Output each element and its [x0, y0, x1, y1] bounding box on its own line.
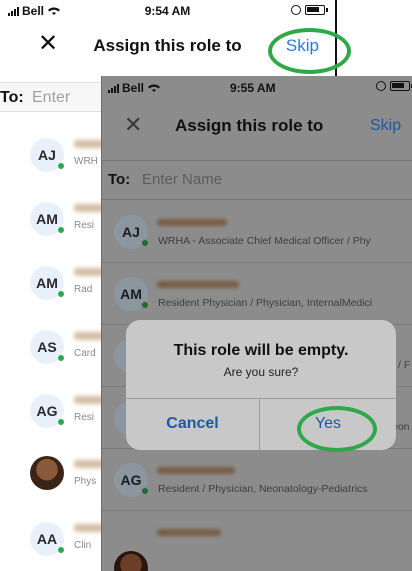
battery-icon — [390, 81, 412, 91]
battery-icon — [305, 5, 328, 15]
composite-screenshot: Bell 9:54 AM ✕ Assign this role to Skip … — [0, 0, 412, 571]
signal-icon — [108, 83, 119, 93]
role-subtitle: / F — [398, 359, 411, 371]
cancel-button[interactable]: Cancel — [126, 398, 259, 450]
avatar-photo — [114, 551, 148, 571]
skip-highlight-circle — [268, 28, 351, 74]
avatar: AM — [30, 266, 65, 300]
rotation-lock-icon — [291, 5, 301, 15]
rotation-lock-icon — [376, 81, 386, 91]
role-subtitle: Card — [74, 348, 96, 359]
online-status-dot — [57, 546, 65, 554]
recipient-input[interactable]: Enter Name — [142, 171, 222, 188]
yes-highlight-circle — [297, 406, 377, 452]
avatar: AG — [114, 463, 149, 497]
skip-button[interactable]: Skip — [370, 117, 401, 135]
online-status-dot — [141, 239, 149, 247]
role-subtitle: Resi — [74, 220, 95, 231]
role-subtitle: Phys — [74, 476, 97, 487]
status-time: 9:55 AM — [230, 81, 276, 95]
avatar: AG — [30, 394, 65, 428]
online-status-dot — [141, 301, 149, 309]
status-bar: Bell 9:54 AM — [0, 0, 335, 22]
to-label: To: — [0, 89, 24, 106]
to-label: To: — [108, 171, 131, 188]
online-status-dot — [57, 162, 65, 170]
status-time: 9:54 AM — [144, 4, 191, 18]
blurred-name — [157, 467, 235, 474]
role-subtitle: WRH — [74, 156, 98, 167]
list-item[interactable]: AM Resident Physician / Physician, Inter… — [102, 263, 412, 325]
status-right — [376, 81, 412, 91]
list-item[interactable] — [102, 511, 412, 571]
online-status-dot — [57, 290, 65, 298]
online-status-dot — [141, 487, 149, 495]
carrier: Bell — [108, 81, 161, 95]
recipient-field[interactable]: To: Enter Name — [102, 160, 412, 200]
blurred-name — [157, 529, 221, 536]
role-subtitle: Clin — [74, 540, 92, 551]
avatar: AA — [30, 522, 65, 556]
avatar-photo — [30, 456, 64, 490]
role-subtitle: Resident Physician / Physician, Internal… — [158, 297, 373, 309]
carrier-name: Bell — [122, 81, 145, 95]
status-bar: Bell 9:55 AM — [102, 76, 412, 98]
role-subtitle: WRHA - Associate Chief Medical Officer /… — [158, 235, 371, 247]
page-title: Assign this role to — [175, 116, 324, 135]
status-right — [291, 5, 328, 15]
online-status-dot — [57, 226, 65, 234]
list-item[interactable]: AJ WRHA - Associate Chief Medical Office… — [102, 201, 412, 263]
dialog-title: This role will be empty. — [173, 342, 349, 359]
online-status-dot — [57, 418, 65, 426]
online-status-dot — [57, 354, 65, 362]
avatar: AM — [114, 277, 149, 311]
avatar: AS — [30, 330, 65, 364]
close-icon[interactable]: ✕ — [124, 114, 142, 136]
blurred-name — [157, 219, 227, 226]
blurred-name — [157, 281, 239, 288]
role-subtitle: Resident / Physician, Neonatology-Pediat… — [158, 483, 368, 495]
recipient-input[interactable]: Enter — [32, 89, 70, 107]
dialog-message: Are you sure? — [223, 365, 299, 379]
role-subtitle: Resi — [74, 412, 95, 423]
list-item[interactable]: AG Resident / Physician, Neonatology-Ped… — [102, 449, 412, 511]
avatar: AM — [30, 202, 65, 236]
role-subtitle: Rad — [74, 284, 93, 295]
avatar: AJ — [30, 138, 65, 172]
wifi-icon — [148, 84, 161, 92]
nav-bar: ✕ Assign this role to Skip — [102, 114, 412, 144]
avatar: AJ — [114, 215, 149, 249]
front-screen: Bell 9:55 AM ✕ Assign this role to Skip … — [101, 76, 412, 571]
